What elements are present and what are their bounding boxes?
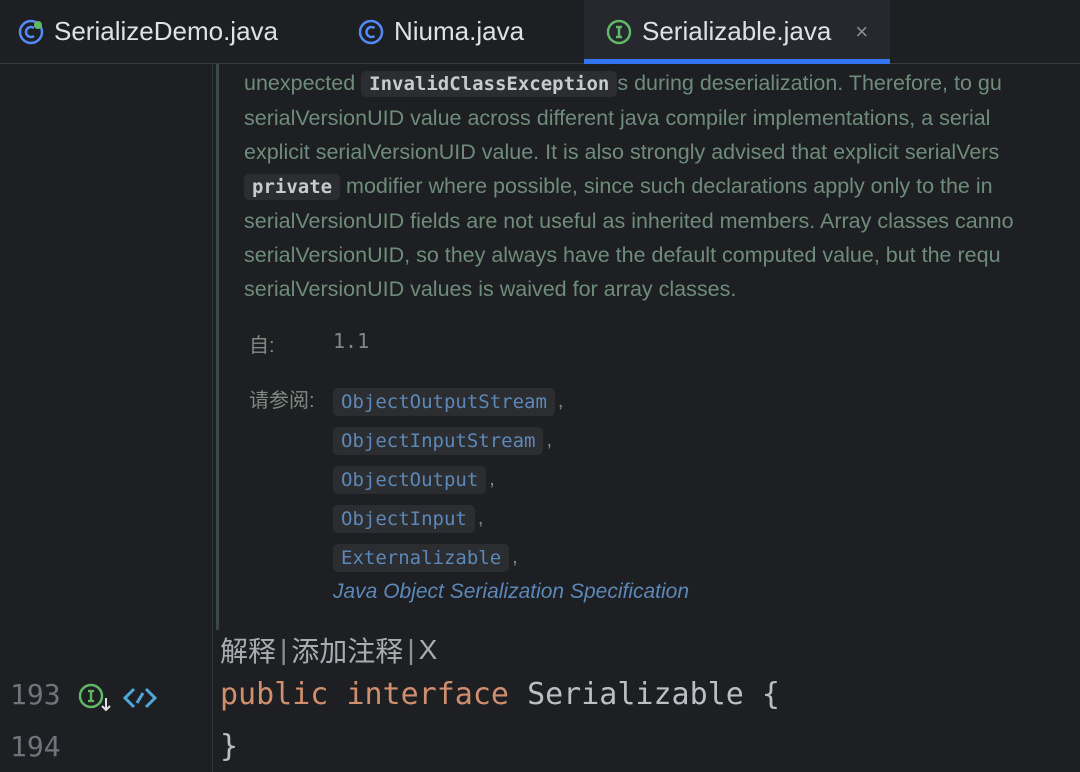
since-label: 自:: [249, 335, 275, 357]
related-link-icon[interactable]: [120, 683, 160, 718]
doc-line: unexpected InvalidClassException s during…: [244, 71, 1002, 97]
hint-separator: |: [280, 634, 288, 665]
editor-tab-bar: SerializeDemo.java Niuma.java Serializab…: [0, 0, 1080, 64]
keyword-interface: interface: [346, 677, 509, 712]
link-objectoutputstream[interactable]: ObjectOutputStream: [333, 387, 555, 416]
class-runnable-icon: [18, 19, 44, 45]
tab-serializable[interactable]: Serializable.java ×: [584, 0, 890, 64]
see-also-list: ObjectOutputStream, ObjectInputStream, O…: [333, 382, 563, 577]
explain-action[interactable]: 解释: [220, 630, 276, 670]
list-item: ObjectOutput,: [333, 460, 563, 499]
interface-name: Serializable: [527, 677, 744, 712]
close-hint-button[interactable]: X: [419, 634, 438, 666]
quick-documentation: unexpected InvalidClassException s during…: [216, 64, 1080, 630]
doc-line: serialVersionUID fields are not useful a…: [244, 209, 1014, 233]
code-private: private: [244, 174, 341, 200]
list-item: ObjectOutputStream,: [333, 382, 563, 421]
list-item: Externalizable,: [333, 538, 563, 577]
doc-line: serialVersionUID, so they always have th…: [244, 243, 1001, 267]
add-comment-action[interactable]: 添加注释: [291, 630, 403, 670]
link-serialization-spec[interactable]: Java Object Serialization Specification: [333, 580, 689, 604]
keyword-public: public: [220, 677, 329, 712]
doc-line: explicit serialVersionUID value. It is a…: [244, 140, 1000, 164]
doc-line: serialVersionUID values is waived for ar…: [244, 277, 737, 301]
editor-gutter: 193 194: [0, 64, 213, 772]
gutter-markers: [78, 682, 160, 719]
doc-body: unexpected InvalidClassException s during…: [244, 66, 1080, 306]
hint-separator: |: [407, 634, 415, 665]
inline-hints: 解释 | 添加注释 | X: [220, 630, 437, 670]
link-externalizable[interactable]: Externalizable: [333, 543, 510, 572]
link-objectinputstream[interactable]: ObjectInputStream: [333, 426, 544, 455]
since-value: 1.1: [333, 329, 370, 353]
tab-label: Niuma.java: [394, 16, 525, 46]
link-objectoutput[interactable]: ObjectOutput: [333, 465, 487, 494]
close-icon[interactable]: ×: [855, 19, 868, 45]
implemented-by-icon[interactable]: [78, 682, 114, 719]
doc-line: private modifier where possible, since s…: [244, 169, 1080, 204]
list-item: ObjectInputStream,: [333, 421, 563, 460]
tab-serializedemo[interactable]: SerializeDemo.java: [18, 0, 278, 63]
doc-line: serialVersionUID value across different …: [244, 106, 991, 130]
class-icon: [358, 19, 384, 45]
code-invalidclassexception: InvalidClassException: [361, 71, 618, 97]
list-item: ObjectInput,: [333, 499, 563, 538]
tab-label: Serializable.java: [642, 16, 832, 46]
tab-niuma[interactable]: Niuma.java: [358, 0, 524, 63]
close-brace: }: [220, 729, 239, 764]
line-number-193: 193: [10, 678, 61, 711]
line-number-194: 194: [10, 730, 61, 763]
open-brace: {: [761, 677, 780, 712]
code-line-194[interactable]: }: [220, 729, 238, 764]
link-objectinput[interactable]: ObjectInput: [333, 504, 475, 533]
tab-label: SerializeDemo.java: [54, 16, 278, 46]
code-line-193[interactable]: public interface Serializable {: [220, 677, 780, 712]
interface-icon: [606, 19, 632, 45]
see-also-label: 请参阅:: [249, 390, 315, 412]
